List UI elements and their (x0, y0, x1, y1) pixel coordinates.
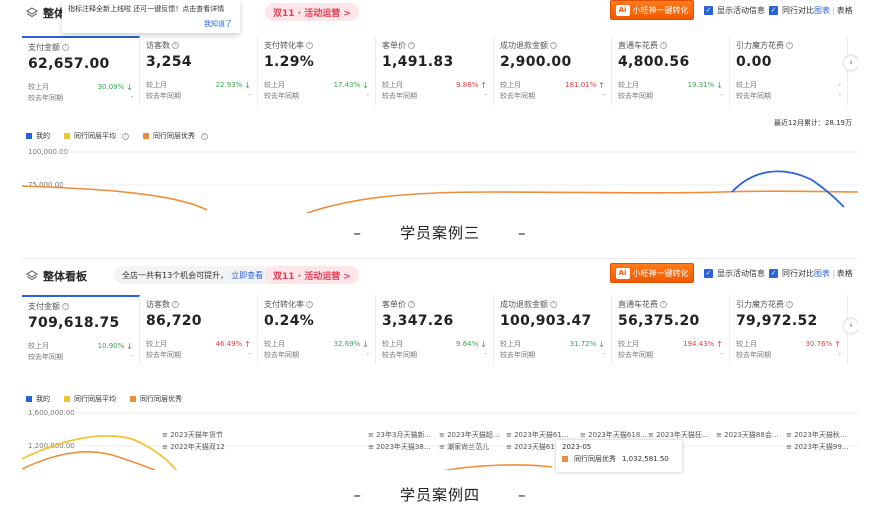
event-label[interactable]: ≡ 2023年天猫61... (506, 430, 569, 440)
series-mine-line (731, 170, 845, 208)
hover-date: 2023-05 (562, 443, 592, 451)
event-label[interactable]: ≡ 2023天猫年货节 (162, 430, 223, 440)
tooltip-text: 指标注释全新上线啦 还可一键反馈！点击查看详情 (68, 5, 225, 13)
event-label[interactable]: ≡ 2023年天猫狂... (648, 430, 709, 440)
event-label[interactable]: ≡ 23年3月天猫新... (368, 430, 431, 440)
chart-hover-tooltip: 2023-05 同行同层优秀 1,032,581.50 (556, 440, 682, 472)
activity-events: ≡ 2023天猫年货节 ≡ 2022年天猫双12 ≡ 23年3月天猫新... ≡… (162, 428, 862, 464)
hover-row: 同行同层优秀 1,032,581.50 (562, 454, 676, 464)
caption-text: 学员案例四 (399, 486, 480, 504)
event-label[interactable]: ≡ 2022年天猫双12 (162, 442, 225, 452)
hover-value: 1,032,581.50 (622, 455, 669, 463)
tooltip-ok-button[interactable]: 我知道了 (204, 19, 232, 29)
event-label[interactable]: ≡ 2023年天猫超... (439, 430, 500, 440)
metric-notes-tooltip: 指标注释全新上线啦 还可一键反馈！点击查看详情 我知道了 (62, 0, 240, 33)
event-label[interactable]: ≡ 2023天猫88会... (716, 430, 779, 440)
caption-text: 学员案例三 (399, 224, 480, 242)
dashboard-panel-case-3: 整体 双11 · 活动运营 > Ai 小旺神一键转化 ✓ 显示活动信息 ✓ 同行… (22, 0, 858, 213)
event-label[interactable]: ≡ 2023年天猫秋... (786, 430, 847, 440)
event-label[interactable]: ≡ 2023年天猫618... (580, 430, 647, 440)
series-swatch (562, 456, 568, 462)
event-label[interactable]: ≡ 潮家尚兰范儿 (439, 442, 489, 452)
event-label[interactable]: ≡ 2023年天猫38... (368, 442, 431, 452)
hover-series: 同行同层优秀 (574, 455, 616, 463)
event-label[interactable]: ≡ 2023天猫61 (506, 442, 555, 452)
case-caption: – 学员案例三 – (353, 224, 527, 242)
event-label[interactable]: ≡ 2023年天猫99... (786, 442, 849, 452)
case-caption: – 学员案例四 – (353, 486, 527, 504)
